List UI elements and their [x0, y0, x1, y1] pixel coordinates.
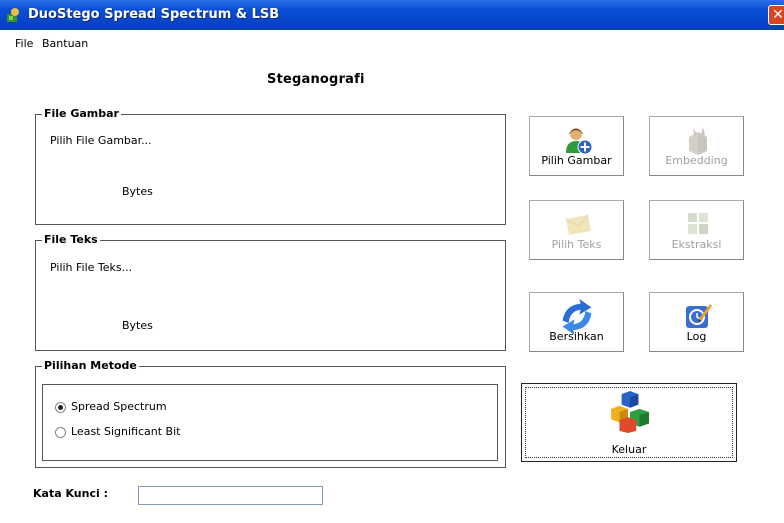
metode-options-box: Spread Spectrum Least Significant Bit	[42, 384, 498, 461]
metode-group: Pilihan Metode Spread Spectrum Least Sig…	[35, 359, 506, 468]
pilih-teks-label: Pilih Teks	[551, 238, 602, 251]
app-window: DuoStego Spread Spectrum & LSB ✕ File Ba…	[0, 0, 784, 523]
embed-icon	[689, 127, 707, 155]
file-gambar-size: Bytes	[122, 185, 153, 198]
log-pencil-icon	[686, 304, 712, 328]
bersihkan-button[interactable]: Bersihkan	[529, 292, 624, 352]
radio-lsb-label[interactable]: Least Significant Bit	[71, 425, 180, 438]
page-title: Steganografi	[267, 72, 365, 87]
keluar-label: Keluar	[611, 443, 647, 456]
file-gambar-title: File Gambar	[42, 107, 121, 120]
file-teks-group: File Teks Pilih File Teks... Bytes	[35, 233, 506, 351]
radio-spread-spectrum-label[interactable]: Spread Spectrum	[71, 400, 167, 413]
extract-icon	[688, 213, 708, 234]
pilih-gambar-button[interactable]: Pilih Gambar	[529, 116, 624, 176]
log-button[interactable]: Log	[649, 292, 744, 352]
log-label: Log	[686, 330, 707, 343]
bersihkan-label: Bersihkan	[549, 330, 604, 343]
window-title: DuoStego Spread Spectrum & LSB	[28, 7, 280, 22]
ekstraksi-label: Ekstraksi	[671, 238, 722, 251]
kata-kunci-label: Kata Kunci :	[33, 487, 108, 500]
kata-kunci-input[interactable]	[138, 486, 323, 505]
file-teks-title: File Teks	[42, 233, 100, 246]
pilih-teks-button[interactable]: Pilih Teks	[529, 200, 624, 260]
radio-lsb[interactable]	[55, 427, 66, 438]
title-bar[interactable]: DuoStego Spread Spectrum & LSB ✕	[0, 0, 784, 30]
file-gambar-path: Pilih File Gambar...	[50, 134, 152, 147]
file-teks-path: Pilih File Teks...	[50, 261, 133, 274]
menu-bar: File Bantuan	[0, 30, 784, 54]
file-gambar-group: File Gambar Pilih File Gambar... Bytes	[35, 107, 506, 225]
app-icon	[7, 8, 19, 22]
envelope-icon	[565, 214, 591, 235]
embedding-label: Embedding	[665, 154, 728, 167]
embedding-button[interactable]: Embedding	[649, 116, 744, 176]
ekstraksi-button[interactable]: Ekstraksi	[649, 200, 744, 260]
metode-title: Pilihan Metode	[42, 359, 139, 372]
close-button[interactable]: ✕	[768, 5, 784, 25]
cubes-icon	[611, 391, 649, 433]
menu-bantuan[interactable]: Bantuan	[42, 37, 88, 50]
add-user-icon	[566, 128, 593, 155]
menu-file[interactable]: File	[15, 37, 33, 50]
radio-spread-spectrum[interactable]	[55, 402, 66, 413]
pilih-gambar-label: Pilih Gambar	[541, 154, 612, 167]
file-teks-size: Bytes	[122, 319, 153, 332]
keluar-button[interactable]: Keluar	[521, 383, 737, 462]
